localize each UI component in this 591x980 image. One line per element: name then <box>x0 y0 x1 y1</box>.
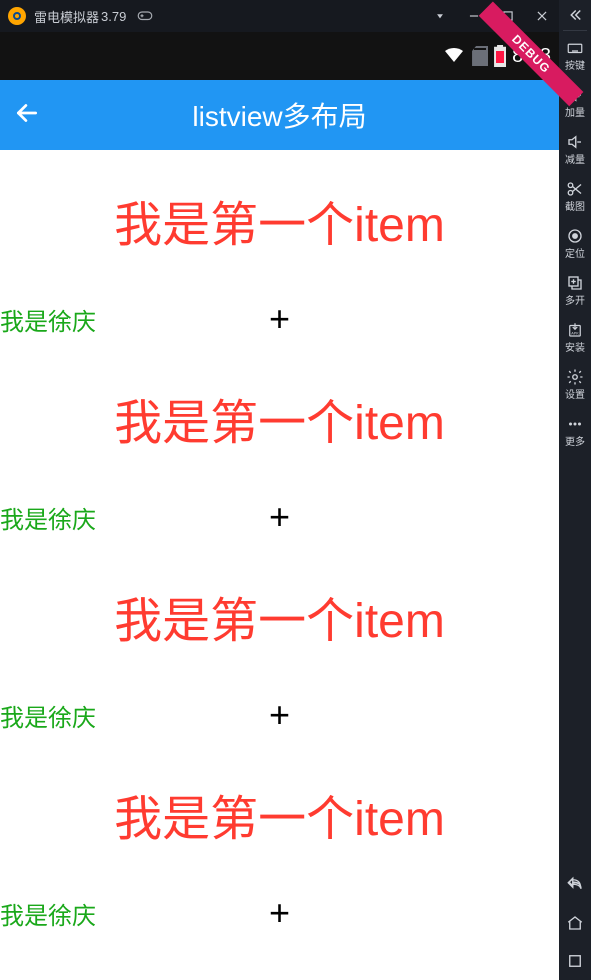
apk-install-icon: APK <box>566 321 584 342</box>
small-item-text: 我是徐庆 <box>0 896 96 931</box>
sidebar-item-install[interactable]: APK 安装 <box>559 313 591 360</box>
plus-icon: + <box>269 694 290 736</box>
gamepad-icon <box>136 6 154 27</box>
emulator-logo <box>8 7 26 25</box>
list-item-big[interactable]: 我是第一个item <box>0 348 559 488</box>
small-item-text: 我是徐庆 <box>0 500 96 535</box>
window-triangle-button[interactable] <box>423 0 457 32</box>
wifi-icon <box>442 42 466 71</box>
location-icon <box>566 227 584 248</box>
sidebar-item-locate[interactable]: 定位 <box>559 219 591 266</box>
emulator-sidebar: 按键 加量 减量 截图 定位 多开 APK 安装 设置 <box>559 0 591 980</box>
small-item-text: 我是徐庆 <box>0 698 96 733</box>
sidebar-item-label: 按键 <box>565 62 585 72</box>
sidebar-item-label: 安装 <box>565 344 585 354</box>
big-item-text: 我是第一个item <box>114 779 445 849</box>
sidebar-item-settings[interactable]: 设置 <box>559 360 591 407</box>
volume-down-icon <box>566 133 584 154</box>
android-back-button[interactable] <box>559 866 591 904</box>
sidebar-collapse-button[interactable] <box>559 0 591 30</box>
gear-icon <box>566 368 584 389</box>
plus-icon: + <box>269 892 290 934</box>
sidebar-item-screenshot[interactable]: 截图 <box>559 172 591 219</box>
android-home-button[interactable] <box>559 904 591 942</box>
android-recents-button[interactable] <box>559 942 591 980</box>
window-close-button[interactable] <box>525 0 559 32</box>
scissors-icon <box>566 180 584 201</box>
list-item-small[interactable]: 我是徐庆 + <box>0 290 559 348</box>
multi-instance-icon <box>566 274 584 295</box>
svg-text:APK: APK <box>571 332 579 336</box>
sidebar-item-label: 截图 <box>565 203 585 213</box>
emulator-name: 雷电模拟器 <box>34 7 99 26</box>
sidebar-item-multi[interactable]: 多开 <box>559 266 591 313</box>
app-bar: listview多布局 <box>0 80 559 150</box>
list-item-small[interactable]: 我是徐庆 + <box>0 488 559 546</box>
battery-icon <box>494 45 506 67</box>
small-item-text: 我是徐庆 <box>0 302 96 337</box>
sidebar-item-more[interactable]: 更多 <box>559 407 591 454</box>
more-icon <box>566 415 584 436</box>
sidebar-item-keyboard[interactable]: 按键 <box>559 31 591 78</box>
list-item-small[interactable]: 我是徐庆 + <box>0 686 559 744</box>
list-item-big[interactable]: 我是第一个item <box>0 150 559 290</box>
list-item-big[interactable]: 我是第一个item <box>0 744 559 884</box>
big-item-text: 我是第一个item <box>114 581 445 651</box>
back-button[interactable] <box>14 100 40 131</box>
sidebar-item-label: 定位 <box>565 250 585 260</box>
sidebar-item-label: 减量 <box>565 156 585 166</box>
sidebar-item-label: 加量 <box>565 109 585 119</box>
sd-card-icon <box>472 46 488 66</box>
list-item-small[interactable]: 我是徐庆 + <box>0 884 559 942</box>
sidebar-item-label: 更多 <box>565 438 585 448</box>
emulator-version: 3.79 <box>101 9 126 24</box>
plus-icon: + <box>269 298 290 340</box>
sidebar-item-label: 多开 <box>565 297 585 307</box>
keyboard-icon <box>566 39 584 60</box>
big-item-text: 我是第一个item <box>114 185 445 255</box>
emulator-titlebar: 雷电模拟器 3.79 <box>0 0 559 32</box>
android-status-bar: 8:08 DEBUG <box>0 32 559 80</box>
listview[interactable]: 我是第一个item 我是徐庆 + 我是第一个item 我是徐庆 + 我是第一个ite… <box>0 150 559 980</box>
sidebar-item-volume-down[interactable]: 减量 <box>559 125 591 172</box>
plus-icon: + <box>269 496 290 538</box>
big-item-text: 我是第一个item <box>114 383 445 453</box>
page-title: listview多布局 <box>40 95 519 135</box>
sidebar-item-label: 设置 <box>565 391 585 401</box>
list-item-big[interactable]: 我是第一个item <box>0 546 559 686</box>
